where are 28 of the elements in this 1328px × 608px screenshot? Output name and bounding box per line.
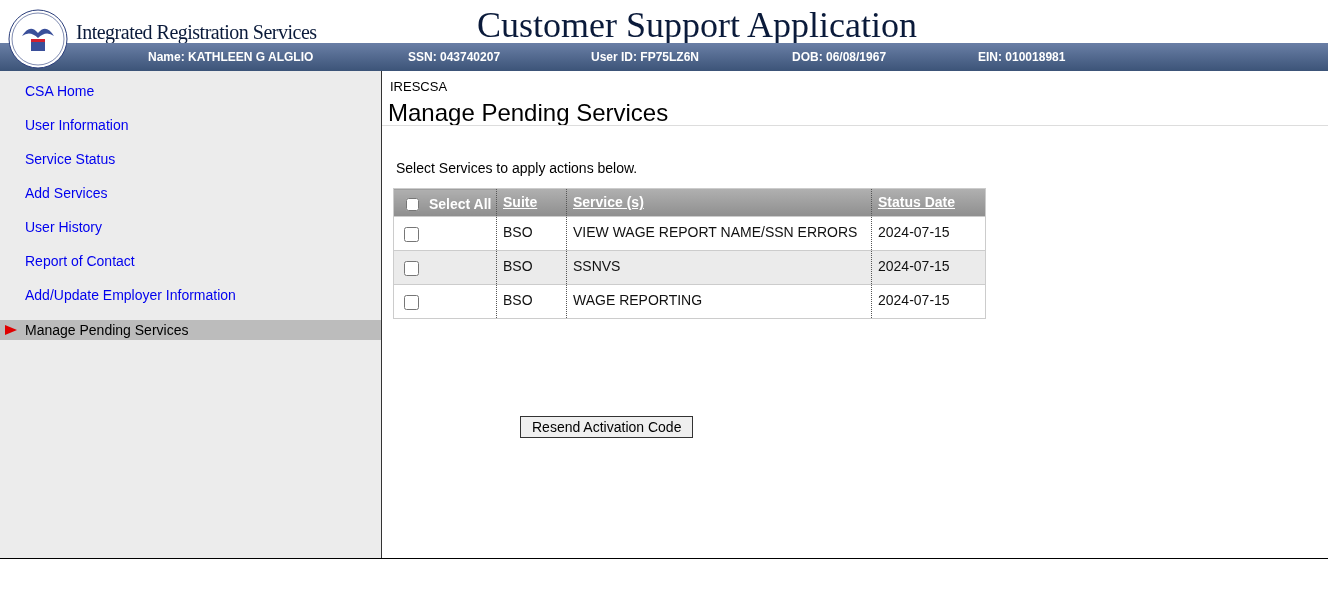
- pointer-arrow-icon: [5, 325, 17, 335]
- user-info-text: User ID: FP75LZ6N: [591, 49, 700, 66]
- breadcrumb-text: IRESCSA: [390, 78, 448, 96]
- user-info-text: Name: KATHLEEN G ALGLIO: [148, 49, 314, 66]
- sidebar-link[interactable]: User Information: [0, 115, 381, 135]
- table-cell: WAGE REPORTING: [566, 284, 872, 319]
- row-checkbox[interactable]: [404, 261, 419, 276]
- row-checkbox[interactable]: [404, 295, 419, 310]
- app-title: Customer Support Application: [477, 4, 917, 47]
- select-all-checkbox[interactable]: [406, 198, 419, 211]
- sidebar-link[interactable]: Manage Pending Services: [0, 320, 381, 340]
- page-heading: Manage Pending Services: [388, 98, 669, 128]
- select-all-label: Select All: [429, 195, 492, 214]
- user-info-text: EIN: 010018981: [978, 49, 1066, 66]
- sidebar-link[interactable]: User History: [0, 217, 381, 237]
- row-checkbox[interactable]: [404, 227, 419, 242]
- table-cell: BSO: [496, 284, 567, 319]
- user-info-text: DOB: 06/08/1967: [792, 49, 887, 66]
- instruction-text: Select Services to apply actions below.: [396, 159, 638, 178]
- sidebar-link[interactable]: Add/Update Employer Information: [0, 285, 381, 305]
- sidebar-link[interactable]: CSA Home: [0, 81, 381, 101]
- sidebar-link[interactable]: Add Services: [0, 183, 381, 203]
- app-subtitle: Integrated Registration Services: [76, 20, 317, 45]
- user-info-text: SSN: 043740207: [408, 49, 501, 66]
- sidebar-link[interactable]: Report of Contact: [0, 251, 381, 271]
- sidebar-link[interactable]: Service Status: [0, 149, 381, 169]
- resend-activation-button[interactable]: Resend Activation Code: [520, 416, 694, 438]
- table-cell: 2024-07-15: [871, 284, 986, 319]
